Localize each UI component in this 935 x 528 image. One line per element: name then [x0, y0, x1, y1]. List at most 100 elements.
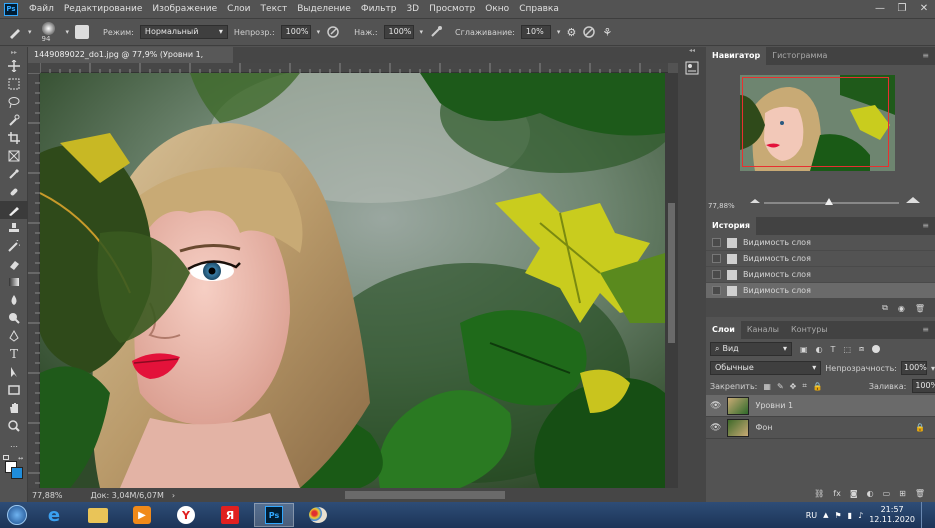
history-item-active[interactable]: Видимость слоя	[706, 283, 935, 299]
default-colors-icon[interactable]	[3, 455, 9, 460]
photoshop-taskbar-icon[interactable]: Ps	[254, 503, 294, 527]
crop-tool-icon[interactable]	[0, 129, 28, 147]
eraser-tool-icon[interactable]	[0, 255, 28, 273]
fill-field[interactable]: 100%	[912, 379, 935, 393]
brush-preset-picker[interactable]: 94	[38, 20, 60, 44]
filter-adjustment-icon[interactable]: ◐	[816, 345, 823, 354]
horizontal-scrollbar-thumb[interactable]	[345, 491, 505, 499]
yandex-taskbar-icon[interactable]: Я	[210, 503, 250, 527]
chevron-down-icon[interactable]: ▾	[420, 28, 424, 36]
healing-brush-tool-icon[interactable]	[0, 183, 28, 201]
gradient-tool-icon[interactable]	[0, 273, 28, 291]
type-tool-icon[interactable]: T	[0, 345, 28, 363]
brush-tool-icon[interactable]	[0, 201, 28, 219]
volume-icon[interactable]: ♪	[858, 511, 863, 520]
chevron-down-icon[interactable]: ▾	[317, 28, 321, 36]
menu-edit[interactable]: Редактирование	[59, 0, 148, 18]
gear-icon[interactable]: ⚙	[566, 26, 576, 39]
status-menu-icon[interactable]: ›	[172, 491, 175, 500]
history-source-checkbox[interactable]	[712, 286, 721, 295]
rectangle-tool-icon[interactable]	[0, 381, 28, 399]
path-selection-tool-icon[interactable]	[0, 363, 28, 381]
filter-shape-icon[interactable]: ⬚	[843, 345, 851, 354]
new-document-from-state-icon[interactable]: ⧉	[882, 303, 888, 313]
panel-menu-icon[interactable]: ≡	[916, 321, 935, 339]
menu-layers[interactable]: Слои	[222, 0, 255, 18]
new-layer-icon[interactable]: ⊞	[899, 489, 906, 498]
dodge-tool-icon[interactable]	[0, 309, 28, 327]
panel-menu-icon[interactable]: ≡	[916, 47, 935, 65]
menu-help[interactable]: Справка	[514, 0, 564, 18]
more-tools-icon[interactable]: …	[0, 435, 28, 453]
group-folder-icon[interactable]: ▭	[883, 489, 891, 498]
lock-transparent-icon[interactable]: ▦	[763, 382, 771, 391]
history-item[interactable]: Видимость слоя	[706, 267, 935, 283]
layer-opacity-field[interactable]: 100%	[900, 361, 927, 375]
media-player-taskbar-icon[interactable]: ▶	[122, 503, 162, 527]
language-indicator[interactable]: RU	[806, 511, 817, 520]
clock[interactable]: 21:57 12.11.2020	[869, 505, 915, 525]
history-brush-tool-icon[interactable]	[0, 237, 28, 255]
collapse-toolbar-icon[interactable]: ▸▸	[0, 47, 28, 57]
tab-histogram[interactable]: Гистограмма	[766, 47, 833, 65]
lock-icon[interactable]: 🔒	[813, 382, 823, 391]
brush-tool-icon[interactable]	[8, 25, 22, 39]
menu-window[interactable]: Окно	[480, 0, 514, 18]
paint-taskbar-icon[interactable]	[298, 503, 338, 527]
tab-history[interactable]: История	[706, 217, 757, 235]
lasso-tool-icon[interactable]	[0, 93, 28, 111]
restore-button[interactable]: ❐	[891, 0, 913, 18]
menu-file[interactable]: Файл	[24, 0, 59, 18]
history-source-checkbox[interactable]	[712, 254, 721, 263]
start-button[interactable]	[0, 502, 34, 528]
eye-icon[interactable]: 👁	[710, 423, 721, 433]
navigator-view-box[interactable]	[742, 77, 889, 167]
airbrush-icon[interactable]	[429, 25, 443, 39]
menu-view[interactable]: Просмотр	[424, 0, 480, 18]
network-icon[interactable]: ▮	[848, 511, 852, 520]
lock-position-icon[interactable]: ✥	[790, 382, 797, 391]
close-button[interactable]: ✕	[913, 0, 935, 18]
document-tab[interactable]: 1449089022_do1.jpg @ 77,9% (Уровни 1, RG…	[28, 47, 233, 75]
pressure-field[interactable]: 100%	[383, 25, 414, 39]
history-source-checkbox[interactable]	[712, 270, 721, 279]
smoothing-field[interactable]: 10%	[520, 25, 551, 39]
zoom-in-icon[interactable]	[906, 197, 920, 203]
brush-panel-icon[interactable]	[75, 25, 90, 39]
swap-colors-icon[interactable]: ↔	[18, 455, 23, 462]
pen-tool-icon[interactable]	[0, 327, 28, 345]
history-source-checkbox[interactable]	[712, 238, 721, 247]
minimize-button[interactable]: —	[869, 0, 891, 18]
menu-image[interactable]: Изображение	[147, 0, 222, 18]
frame-tool-icon[interactable]	[0, 147, 28, 165]
layer-name[interactable]: Фон	[755, 423, 772, 432]
explorer-taskbar-icon[interactable]	[78, 503, 118, 527]
history-item[interactable]: Видимость слоя	[706, 235, 935, 251]
zoom-tool-icon[interactable]	[0, 417, 28, 435]
yandex-browser-taskbar-icon[interactable]: Y	[166, 503, 206, 527]
lock-artboard-icon[interactable]: ⌗	[802, 381, 807, 391]
zoom-level[interactable]: 77,88%	[32, 491, 63, 500]
menu-filter[interactable]: Фильтр	[356, 0, 402, 18]
clone-stamp-tool-icon[interactable]	[0, 219, 28, 237]
menu-3d[interactable]: 3D	[401, 0, 424, 18]
tab-layers[interactable]: Слои	[706, 321, 741, 339]
marquee-tool-icon[interactable]	[0, 75, 28, 93]
scrollbar-thumb[interactable]	[668, 203, 675, 343]
tab-navigator[interactable]: Навигатор	[706, 47, 767, 65]
zoom-out-icon[interactable]	[750, 199, 760, 203]
link-layers-icon[interactable]: ⛓	[814, 489, 824, 498]
layer-style-icon[interactable]: fx	[833, 489, 841, 498]
show-desktop-button[interactable]	[921, 502, 929, 528]
history-item[interactable]: Видимость слоя	[706, 251, 935, 267]
ie-taskbar-icon[interactable]: e	[34, 503, 74, 527]
chevron-down-icon[interactable]: ▾	[931, 364, 935, 373]
snapshot-icon[interactable]: ◉	[898, 304, 905, 313]
opacity-field[interactable]: 100%	[280, 25, 311, 39]
layer-row-background[interactable]: 👁 Фон 🔒	[706, 417, 935, 439]
quick-select-tool-icon[interactable]	[0, 111, 28, 129]
chevron-down-icon[interactable]: ▾	[557, 28, 561, 36]
tab-channels[interactable]: Каналы	[741, 321, 785, 339]
menu-select[interactable]: Выделение	[292, 0, 356, 18]
eyedropper-tool-icon[interactable]	[0, 165, 28, 183]
